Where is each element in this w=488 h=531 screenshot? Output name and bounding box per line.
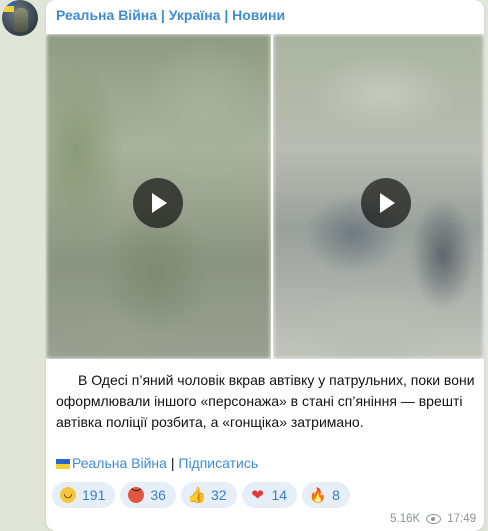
reaction-count: 14 [271, 487, 288, 503]
soldier-figure [14, 8, 28, 32]
play-button[interactable] [133, 178, 183, 228]
message-bubble: Реальна Війна | Україна | Новини В Одесі… [46, 0, 484, 531]
reaction-thumbs-up[interactable]: 👍 32 [180, 482, 237, 508]
channel-name[interactable]: Реальна Війна | Україна | Новини [56, 7, 285, 23]
play-button[interactable] [361, 178, 411, 228]
message-time: 17:49 [447, 513, 476, 525]
reaction-angry[interactable]: ︶ 36 [120, 482, 176, 508]
laughing-face-icon: ◡ [60, 487, 76, 503]
message-signature: Реальна Війна | Підписатись [56, 455, 258, 471]
subscribe-link[interactable]: Підписатись [178, 455, 258, 471]
fire-icon: 🔥 [309, 487, 327, 503]
reaction-count: 36 [150, 487, 166, 503]
video-thumbnail-1[interactable] [46, 34, 271, 359]
reaction-count: 191 [82, 487, 106, 503]
message-meta: 5.16K 17:49 [390, 513, 476, 525]
reaction-heart[interactable]: ❤ 14 [241, 482, 298, 508]
video-thumbnail-2[interactable] [273, 34, 484, 359]
play-icon [152, 193, 167, 213]
flag-stripe-yellow [2, 6, 14, 12]
reactions-bar: ◡ 191 ︶ 36 👍 32 ❤ 14 🔥 8 [52, 482, 350, 510]
play-icon [380, 193, 395, 213]
message-paragraph: В Одесі п’яний чоловік вкрав автівку у п… [56, 372, 475, 430]
channel-link[interactable]: Реальна Війна [72, 455, 167, 471]
view-count: 5.16K [390, 513, 421, 525]
channel-avatar[interactable] [2, 0, 38, 36]
ukraine-flag-icon [56, 459, 70, 469]
reaction-fire[interactable]: 🔥 8 [302, 482, 350, 508]
reaction-laughing[interactable]: ◡ 191 [52, 482, 116, 508]
angry-face-icon: ︶ [128, 487, 145, 503]
reaction-count: 32 [210, 487, 227, 503]
message-text: В Одесі п’яний чоловік вкрав автівку у п… [56, 370, 476, 433]
reaction-count: 8 [332, 487, 340, 503]
signature-separator: | [166, 455, 179, 471]
thumbs-up-icon: 👍 [187, 486, 207, 504]
eye-icon [426, 514, 442, 524]
heart-icon: ❤ [251, 486, 264, 504]
